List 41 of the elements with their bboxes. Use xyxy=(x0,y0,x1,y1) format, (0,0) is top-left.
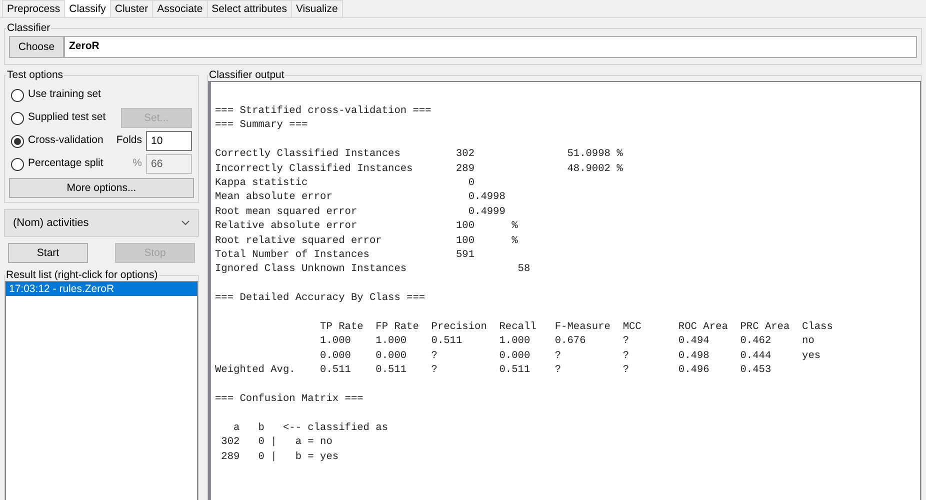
output-line: === Summary === xyxy=(215,118,309,133)
choose-button[interactable]: Choose xyxy=(9,36,64,58)
classifier-field[interactable]: ZeroR xyxy=(64,36,917,58)
output-line: Ignored Class Unknown Instances 58 xyxy=(215,262,532,277)
radio-button[interactable] xyxy=(11,134,24,148)
tab[interactable]: Classify xyxy=(64,0,111,17)
class-dropdown[interactable]: (Nom) activities xyxy=(4,209,199,237)
output-line: Correctly Classified Instances 302 51.0998 % xyxy=(215,147,624,162)
output-line: 1.000 1.000 0.511 1.000 0.676 ? 0.494 0.462 no xyxy=(319,334,816,349)
output-line: Root mean squared error 0.4999 xyxy=(215,204,506,220)
output-line: 289 0 | b = yes xyxy=(220,450,340,464)
option-label[interactable]: Cross-validation xyxy=(28,133,116,149)
output-line: Root relative squared error 100 % xyxy=(215,234,519,248)
more-options-button[interactable]: More options... xyxy=(9,178,194,198)
option-label[interactable]: Use training set xyxy=(28,87,124,103)
output-line: Weighted Avg. 0.511 0.511 ? 0.511 ? ? 0.496 0.453 xyxy=(215,363,772,378)
group-title: Result list (right-click for options) xyxy=(5,269,159,281)
input-field[interactable]: 10 xyxy=(146,131,192,151)
output-line: Kappa statistic 0 xyxy=(215,176,476,190)
group-title: Classifier output xyxy=(208,69,286,81)
output-line: Mean absolute error 0.4998 xyxy=(215,190,506,205)
field-label: Folds xyxy=(116,133,142,148)
group-title: Classifier xyxy=(6,22,52,34)
output-line: 302 0 | a = no xyxy=(220,435,334,450)
output-line: Relative absolute error 100 % xyxy=(215,219,519,234)
output-line: === Stratified cross-validation === xyxy=(215,104,432,118)
output-line: a b <-- classified as xyxy=(232,420,390,436)
group-title: Test options xyxy=(6,69,64,81)
output-line: TP Rate FP Rate Precision Recall F-Measure MCC ROC Area PRC Area Class xyxy=(319,320,834,334)
tab[interactable]: Preprocess xyxy=(2,0,66,17)
output-line: === Detailed Accuracy By Class === xyxy=(215,291,426,306)
field-label: % xyxy=(132,156,142,172)
output-line: 0.000 0.000 ? 0.000 ? ? 0.498 0.444 yes xyxy=(319,348,822,364)
result-item[interactable]: 17:03:12 - rules.ZeroR xyxy=(6,282,197,296)
output-line: Incorrectly Classified Instances 289 48.9002 % xyxy=(215,162,624,176)
start-button[interactable]: Start xyxy=(8,243,88,263)
output-line: === Confusion Matrix === xyxy=(215,392,364,406)
output-line: Total Number of Instances 591 xyxy=(215,248,476,262)
chevron-icon xyxy=(181,220,190,226)
radio-button[interactable] xyxy=(11,88,24,102)
tab[interactable]: Visualize xyxy=(290,0,343,17)
